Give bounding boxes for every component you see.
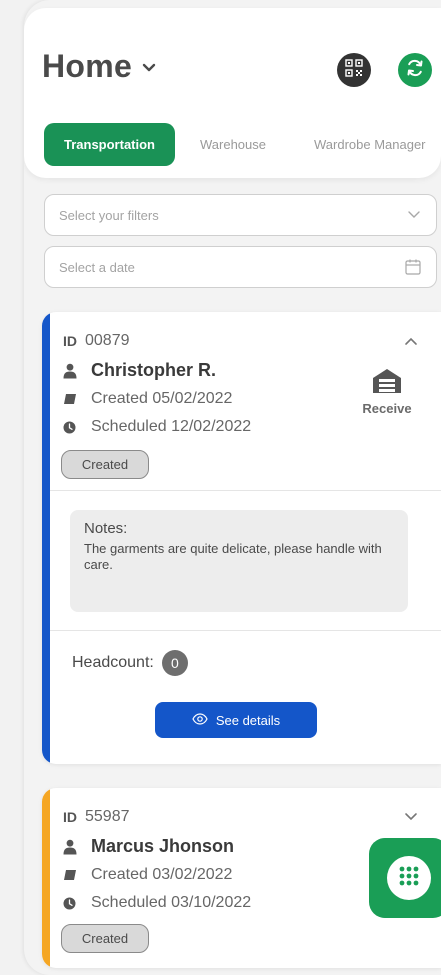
headcount-label: Headcount: (72, 654, 154, 671)
document-icon (63, 393, 83, 405)
scheduled-date: Scheduled 03/10/2022 (91, 894, 252, 911)
user-icon (63, 363, 83, 379)
headcount-value: 0 (161, 650, 188, 676)
app-screen: Home Transportation Warehouse Wardrobe M… (24, 0, 441, 975)
calendar-icon (404, 258, 422, 279)
created-row: Created 05/02/2022 (63, 390, 232, 408)
chevron-down-icon[interactable] (403, 810, 419, 828)
divider (50, 630, 441, 631)
card-accent-bar (42, 312, 50, 764)
warehouse-icon (372, 369, 402, 398)
receive-button[interactable]: Receive (352, 368, 422, 416)
card-id: 55987 (85, 808, 130, 825)
scheduled-date: Scheduled 12/02/2022 (91, 418, 252, 435)
card-id-row: ID 55987 (63, 808, 130, 826)
qr-scan-button[interactable] (337, 53, 371, 87)
tab-warehouse[interactable]: Warehouse (200, 123, 266, 166)
card-name-row: Marcus Jhonson (63, 836, 234, 857)
sync-button[interactable] (398, 53, 432, 87)
headcount: Headcount: 0 (72, 650, 188, 676)
eye-icon (192, 712, 208, 728)
keypad-fab-button[interactable] (369, 838, 441, 918)
card-id-row: ID 00879 (63, 332, 130, 350)
card-name-row: Christopher R. (63, 360, 216, 381)
filter-select[interactable]: Select your filters (44, 194, 437, 236)
document-icon (63, 869, 83, 881)
scheduled-row: Scheduled 12/02/2022 (63, 418, 251, 436)
filter-placeholder: Select your filters (59, 207, 159, 223)
page-title[interactable]: Home (42, 48, 156, 85)
card-accent-bar (42, 788, 50, 968)
date-picker[interactable]: Select a date (44, 246, 437, 288)
chevron-down-icon (406, 206, 422, 225)
card-id: 00879 (85, 332, 130, 349)
receive-label: Receive (362, 401, 412, 416)
title-text: Home (42, 48, 133, 84)
id-label: ID (63, 809, 77, 825)
status-badge: Created (61, 450, 149, 479)
id-label: ID (63, 333, 77, 349)
sync-icon (405, 58, 425, 83)
keypad-icon (398, 865, 420, 892)
status-badge: Created (61, 924, 149, 953)
customer-name: Christopher R. (91, 360, 217, 380)
notes-text: The garments are quite delicate, please … (84, 541, 382, 573)
notes-label: Notes: (84, 520, 128, 537)
clock-icon (63, 897, 83, 910)
user-icon (63, 839, 83, 855)
customer-name: Marcus Jhonson (91, 836, 235, 856)
created-row: Created 03/02/2022 (63, 866, 232, 884)
chevron-down-icon (142, 60, 156, 78)
clock-icon (63, 421, 83, 434)
date-placeholder: Select a date (59, 259, 135, 275)
see-details-button[interactable]: See details (155, 702, 317, 738)
divider (50, 490, 441, 491)
tab-transportation[interactable]: Transportation (44, 123, 175, 166)
created-date: Created 05/02/2022 (91, 390, 233, 407)
chevron-up-icon[interactable] (403, 334, 419, 352)
header: Home Transportation Warehouse Wardrobe M… (24, 8, 441, 178)
qr-code-icon (345, 58, 363, 82)
tab-bar: Transportation Warehouse Wardrobe Manage… (44, 123, 441, 167)
see-details-label: See details (215, 712, 281, 728)
shipment-card[interactable]: ID 00879 Christopher R. Created 05/02/20… (42, 312, 441, 764)
tab-wardrobe-manager[interactable]: Wardrobe Manager (314, 123, 426, 166)
created-date: Created 03/02/2022 (91, 866, 233, 883)
scheduled-row: Scheduled 03/10/2022 (63, 894, 251, 912)
notes-box: Notes: The garments are quite delicate, … (70, 510, 408, 612)
